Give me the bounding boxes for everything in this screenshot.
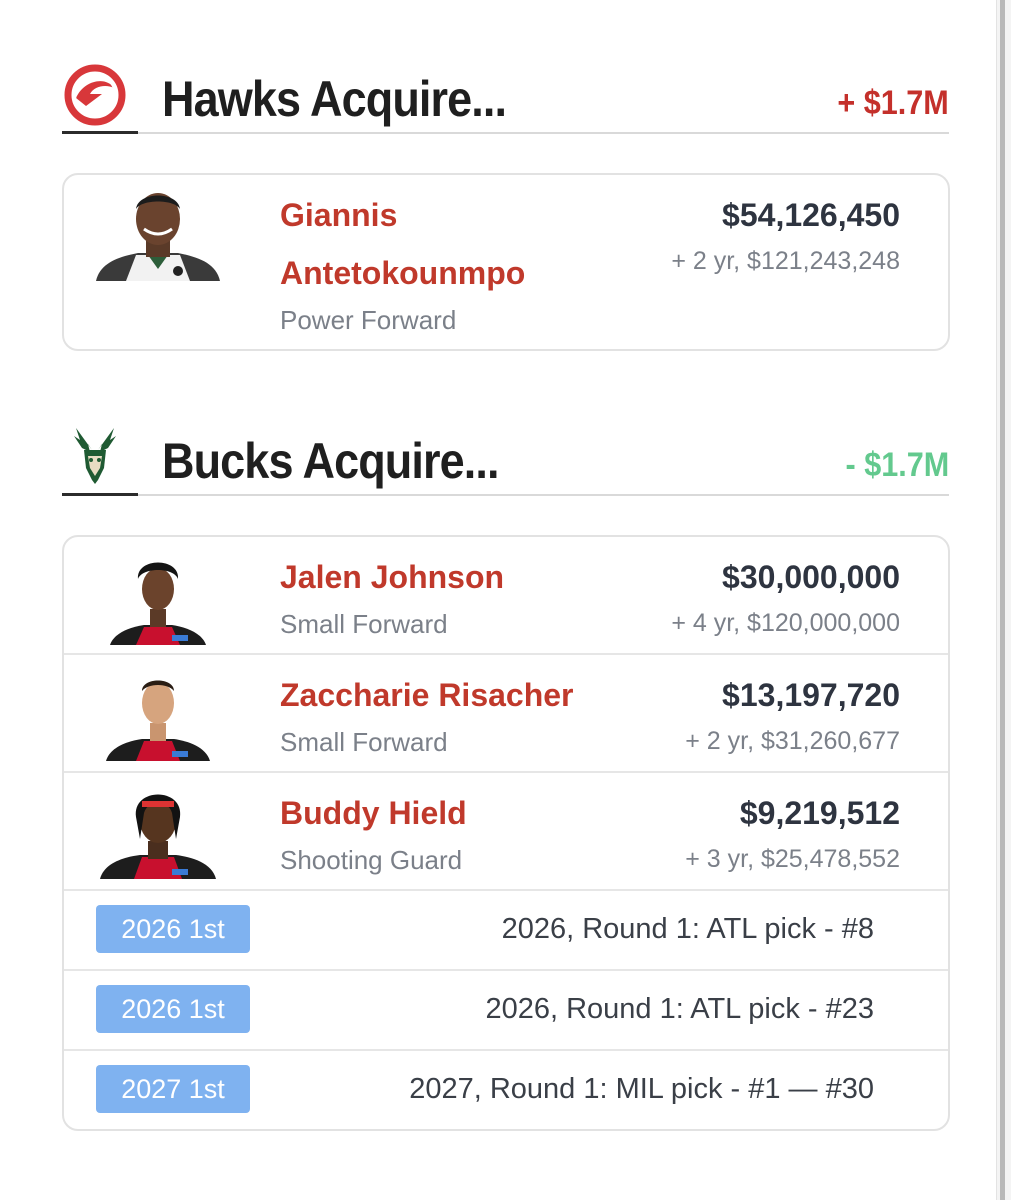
section-header-hawks: Hawks Acquire... + $1.7M [62, 62, 949, 134]
header-divider-accent [62, 131, 138, 134]
scrollbar-track[interactable] [996, 0, 1011, 1200]
draft-pick-row[interactable]: 2026 1st 2026, Round 1: ATL pick - #23 [64, 971, 948, 1051]
player-row[interactable]: Jalen Johnson Small Forward $30,000,000 … [64, 537, 948, 655]
player-salary: $9,219,512 [739, 795, 900, 831]
draft-pick-row[interactable]: 2027 1st 2027, Round 1: MIL pick - #1 — … [64, 1051, 948, 1129]
header-divider [62, 494, 949, 496]
player-headshot-avatar [100, 794, 216, 879]
player-contract: + 4 yr, $120,000,000 [671, 609, 900, 637]
player-row[interactable]: Zaccharie Risacher Small Forward $13,197… [64, 655, 948, 773]
player-name-line2[interactable]: Antetokounmpo [280, 255, 525, 292]
player-position: Shooting Guard [280, 845, 463, 875]
player-contract: + 2 yr, $31,260,677 [685, 727, 900, 755]
cap-change-amount: - $1.7M [845, 446, 949, 484]
draft-pick-description: 2027, Round 1: MIL pick - #1 — #30 [409, 1073, 874, 1105]
hawks-logo-icon [64, 64, 126, 126]
player-name[interactable]: Buddy Hield [280, 795, 467, 832]
hawks-acquisitions-card: Giannis Antetokounmpo Power Forward $54,… [62, 173, 950, 351]
player-headshot-avatar [96, 193, 220, 281]
player-salary: $30,000,000 [722, 559, 900, 595]
player-row[interactable]: Giannis Antetokounmpo Power Forward $54,… [64, 175, 948, 349]
header-divider [62, 132, 949, 134]
player-contract: + 3 yr, $25,478,552 [685, 845, 900, 873]
player-headshot-avatar [106, 680, 210, 761]
header-divider-accent [62, 493, 138, 496]
draft-pick-description: 2026, Round 1: ATL pick - #8 [501, 913, 874, 945]
player-position: Power Forward [280, 305, 457, 335]
player-position: Small Forward [280, 727, 448, 757]
player-headshot-avatar [110, 562, 206, 645]
bucks-logo-icon [74, 428, 116, 484]
player-contract: + 2 yr, $121,243,248 [671, 247, 900, 275]
player-salary: $54,126,450 [722, 197, 900, 233]
player-name-line1[interactable]: Giannis [280, 197, 397, 234]
player-name[interactable]: Zaccharie Risacher [280, 677, 574, 714]
section-header-bucks: Bucks Acquire... - $1.7M [62, 424, 949, 496]
section-title: Hawks Acquire... [162, 71, 507, 127]
section-title: Bucks Acquire... [162, 433, 499, 489]
player-name[interactable]: Jalen Johnson [280, 559, 504, 596]
draft-pick-row[interactable]: 2026 1st 2026, Round 1: ATL pick - #8 [64, 891, 948, 971]
draft-pick-badge[interactable]: 2027 1st [96, 1065, 250, 1113]
player-salary: $13,197,720 [722, 677, 900, 713]
bucks-acquisitions-card: Jalen Johnson Small Forward $30,000,000 … [62, 535, 950, 1131]
draft-pick-badge[interactable]: 2026 1st [96, 905, 250, 953]
player-position: Small Forward [280, 609, 448, 639]
scrollbar-thumb[interactable] [1000, 0, 1005, 1200]
player-row[interactable]: Buddy Hield Shooting Guard $9,219,512 + … [64, 773, 948, 891]
cap-change-amount: + $1.7M [837, 84, 949, 122]
draft-pick-badge[interactable]: 2026 1st [96, 985, 250, 1033]
draft-pick-description: 2026, Round 1: ATL pick - #23 [485, 993, 874, 1025]
